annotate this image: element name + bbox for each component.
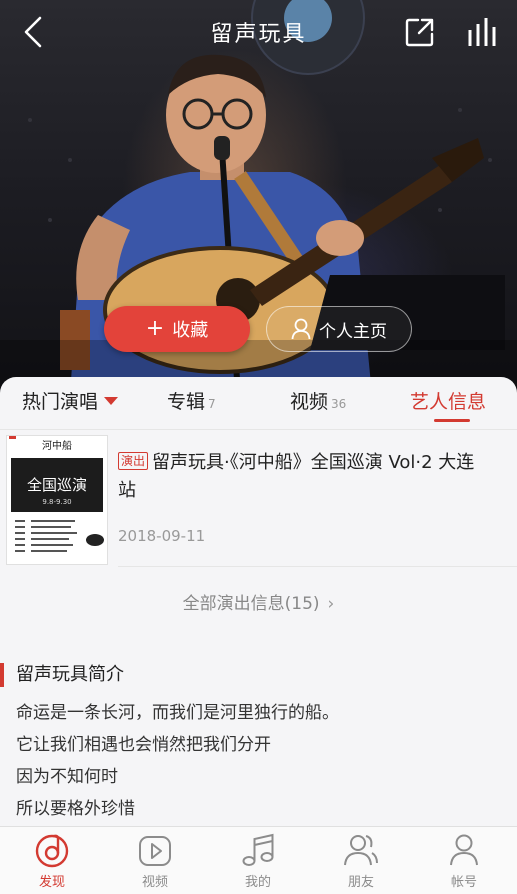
intro-line: 所以要格外珍惜 xyxy=(16,799,135,819)
artist-hero-photo: 留声玩具 + 收藏 个人主页 xyxy=(0,0,517,395)
intro-text: 命运是一条长河，而我们是河里独行的船。 它让我们相遇也会悄然把我们分开 因为不知… xyxy=(16,697,339,825)
tab-label: 艺人信息 xyxy=(410,391,487,413)
nav-discover[interactable]: 发现 xyxy=(12,831,92,890)
tab-albums[interactable]: 专辑 7 xyxy=(167,387,216,414)
poster-heading: 河中船 xyxy=(42,439,72,452)
nav-video[interactable]: 视频 xyxy=(115,831,195,890)
nav-mine[interactable]: 我的 xyxy=(218,831,298,890)
tab-bar: 热门演唱 专辑 7 视频 36 艺人信息 xyxy=(0,377,517,430)
nav-label: 发现 xyxy=(38,875,65,890)
tab-hot-songs[interactable]: 热门演唱 xyxy=(22,387,119,414)
now-playing-button[interactable] xyxy=(466,16,500,48)
tab-label: 热门演唱 xyxy=(22,391,99,413)
divider xyxy=(118,566,517,567)
all-concerts-label: 全部演出信息(15) xyxy=(182,594,320,614)
nav-label: 朋友 xyxy=(347,875,374,890)
concert-title: 留声玩具·《河中船》全国巡演 Vol·2 大连站 xyxy=(118,452,475,501)
poster-graphic: 河中船 全国巡演 9.8-9.30 xyxy=(7,436,107,564)
nav-label: 帐号 xyxy=(450,875,477,890)
homepage-label: 个人主页 xyxy=(319,321,387,342)
friends-icon xyxy=(344,835,378,866)
poster-banner: 全国巡演 xyxy=(27,476,87,494)
tab-artist-info[interactable]: 艺人信息 xyxy=(410,387,486,414)
artist-homepage-button[interactable]: 个人主页 xyxy=(266,306,412,352)
poster-sub: 9.8-9.30 xyxy=(42,498,71,506)
concert-list-item[interactable]: 河中船 全国巡演 9.8-9.30 演出 留声玩具·《河中船》全国巡演 Vol·2… xyxy=(0,429,517,567)
nav-friends[interactable]: 朋友 xyxy=(321,831,401,890)
tab-count: 7 xyxy=(208,397,216,411)
intro-section-title: 留声玩具简介 xyxy=(0,663,124,687)
intro-line: 因为不知何时 xyxy=(16,767,118,787)
caret-down-icon xyxy=(104,396,119,405)
concert-tag: 演出 xyxy=(118,452,149,470)
now-playing-bars-icon xyxy=(468,18,496,46)
nav-label: 视频 xyxy=(141,875,168,890)
bottom-tab-bar: 发现 视频 我的 朋友 帐号 xyxy=(0,826,517,894)
chevron-right-icon: › xyxy=(327,594,335,614)
intro-line: 命运是一条长河，而我们是河里独行的船。 xyxy=(16,703,339,723)
active-tab-indicator xyxy=(434,419,470,422)
discover-icon xyxy=(35,834,69,868)
nav-account[interactable]: 帐号 xyxy=(424,831,504,890)
share-icon xyxy=(405,18,434,47)
concert-date: 2018-09-11 xyxy=(118,527,206,545)
user-icon xyxy=(291,318,311,340)
concert-title-block: 演出 留声玩具·《河中船》全国巡演 Vol·2 大连站 xyxy=(118,449,488,505)
tab-label: 视频 xyxy=(290,391,329,413)
collect-label: 收藏 xyxy=(172,320,209,341)
nav-label: 我的 xyxy=(244,875,271,890)
content-sheet: 热门演唱 专辑 7 视频 36 艺人信息 河中船 全国巡演 9.8-9.30 演… xyxy=(0,377,517,893)
plus-icon: + xyxy=(145,316,165,341)
share-button[interactable] xyxy=(404,16,436,48)
collect-button[interactable]: + 收藏 xyxy=(104,306,250,352)
all-concerts-link[interactable]: 全部演出信息(15) › xyxy=(0,589,517,614)
concert-poster: 河中船 全国巡演 9.8-9.30 xyxy=(6,435,108,565)
video-play-icon xyxy=(139,836,171,866)
top-navigation-bar: 留声玩具 xyxy=(0,0,517,64)
music-note-icon xyxy=(242,833,274,866)
tab-label: 专辑 xyxy=(167,391,206,413)
tab-videos[interactable]: 视频 36 xyxy=(290,387,346,414)
page-title: 留声玩具 xyxy=(210,22,307,47)
tab-count: 36 xyxy=(331,397,347,411)
intro-line: 它让我们相遇也会悄然把我们分开 xyxy=(16,735,271,755)
account-icon xyxy=(450,834,478,866)
